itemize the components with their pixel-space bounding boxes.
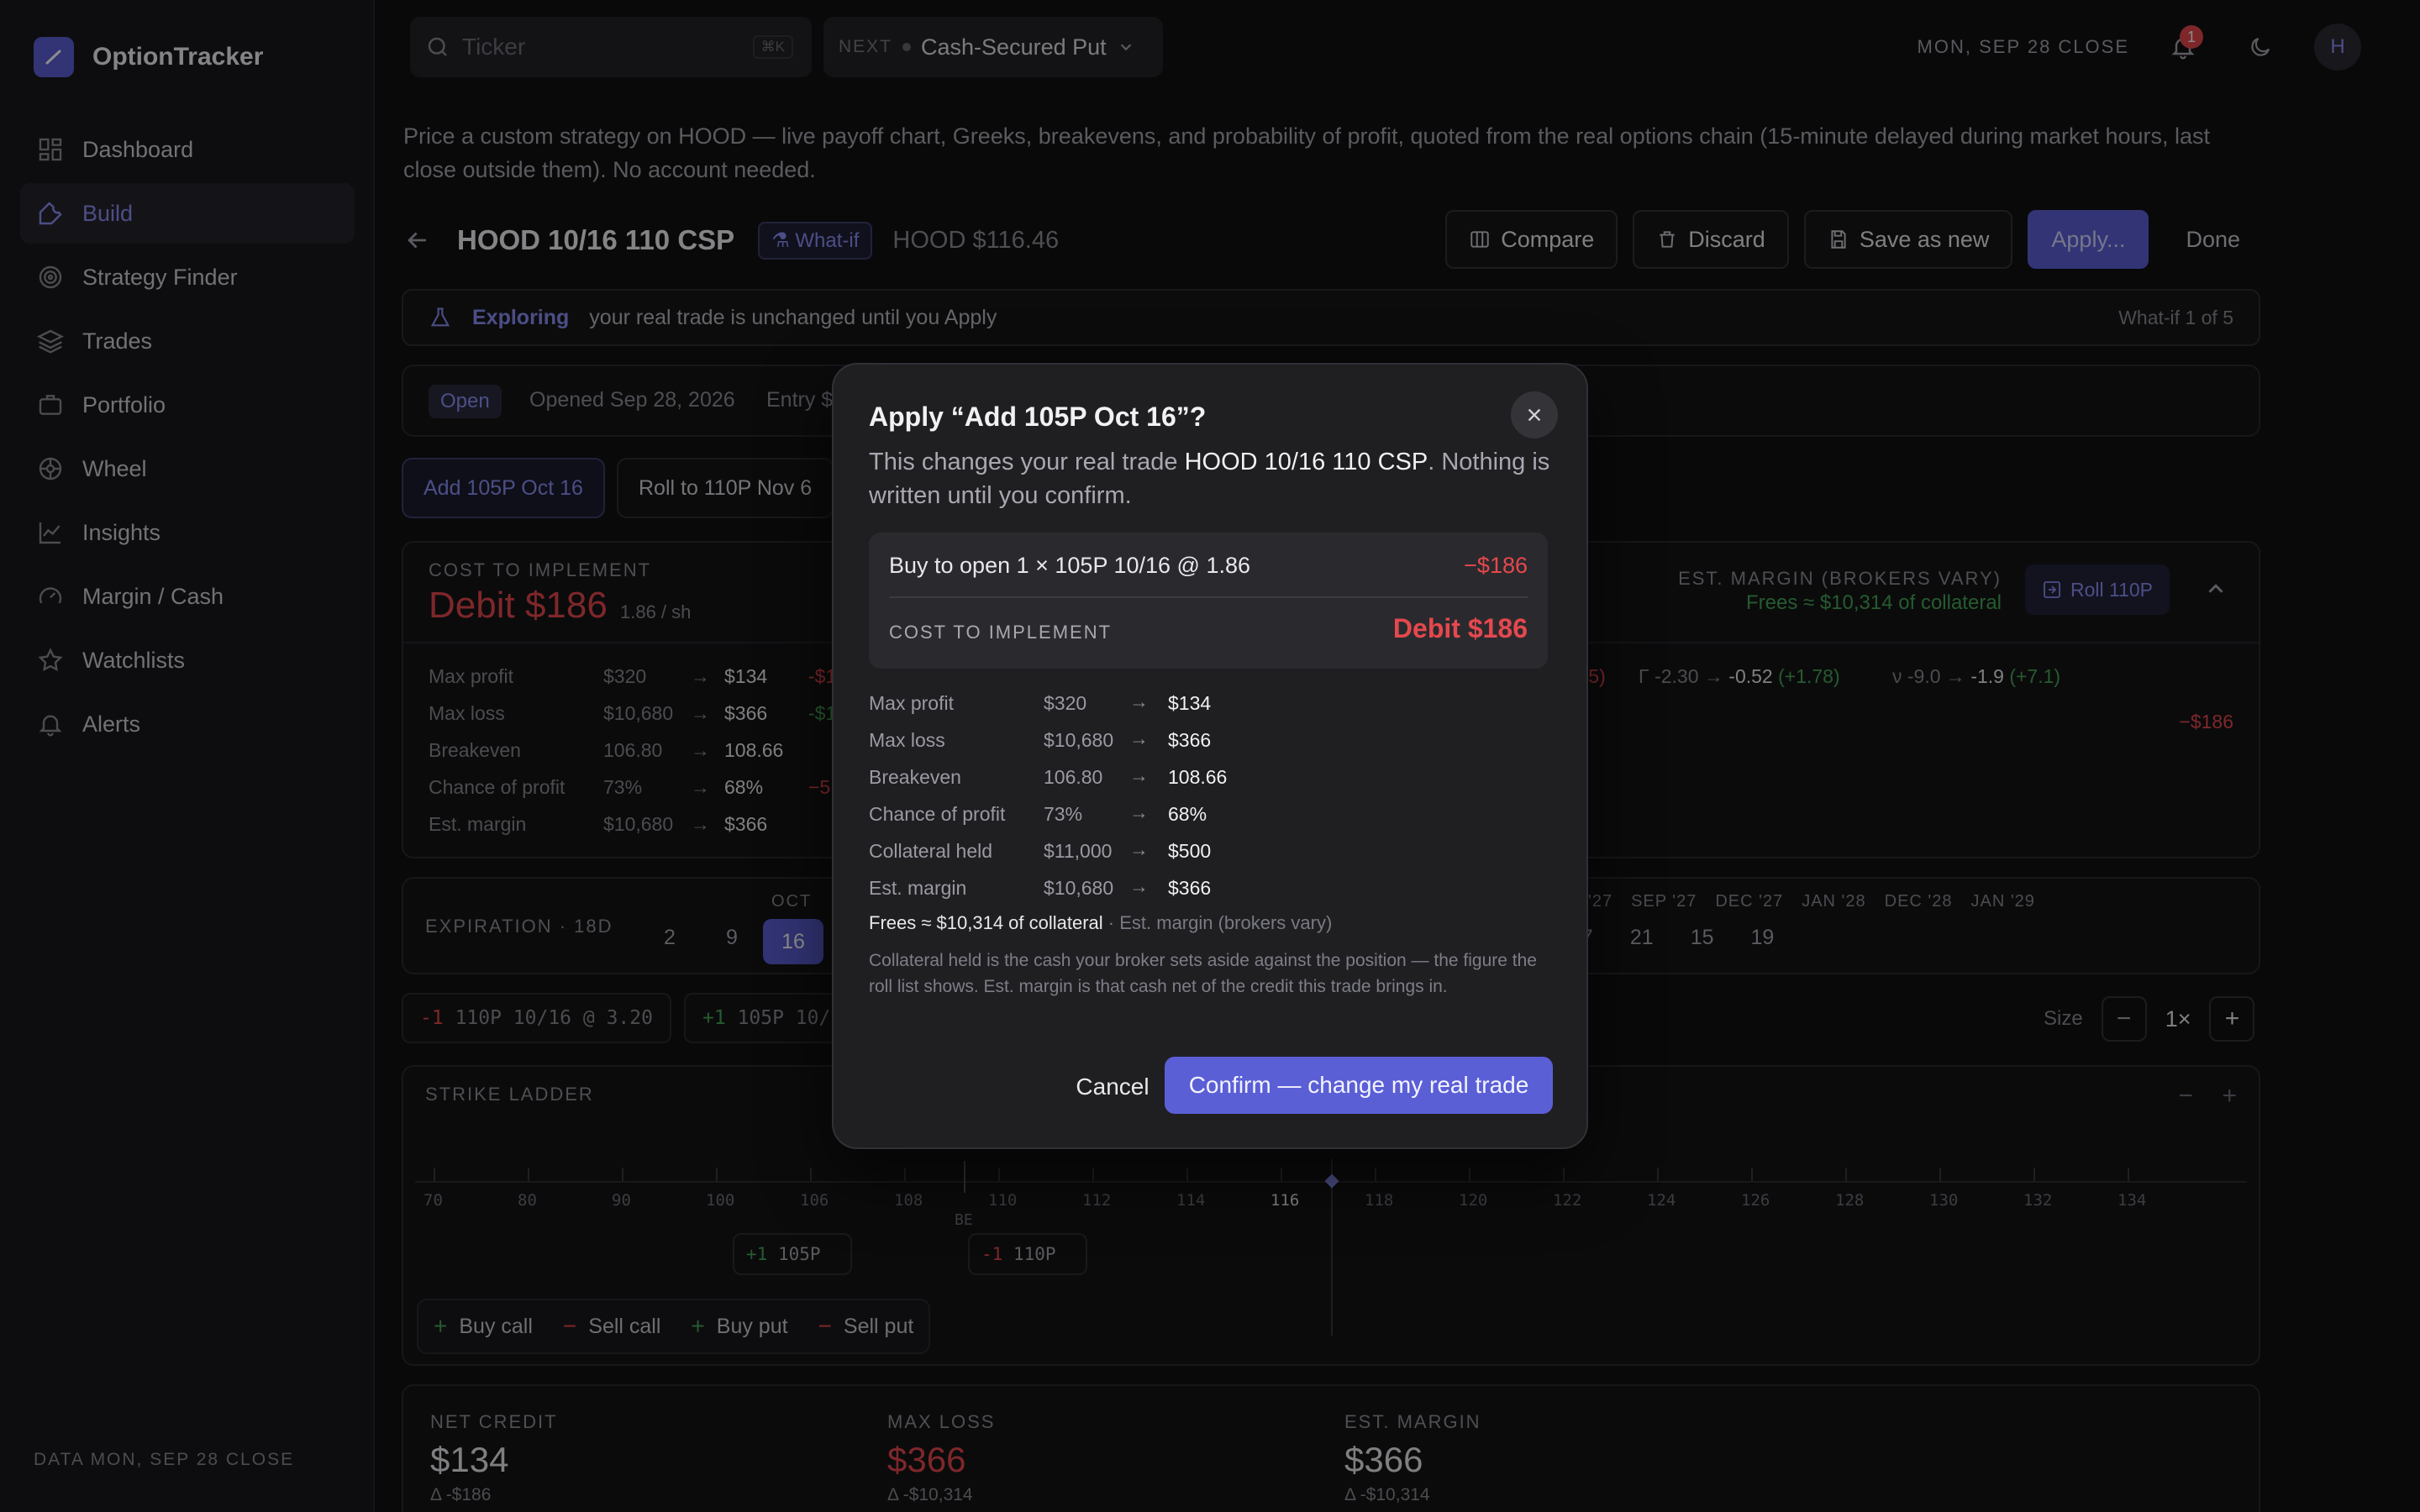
arrow-right-icon: → [1129, 764, 1149, 786]
row-to: 108.66 [1168, 766, 1228, 788]
arrow-right-icon: → [1129, 801, 1149, 823]
row-label: Chance of profit [869, 803, 1006, 825]
apply-confirm-dialog: Apply “Add 105P Oct 16”? This changes yo… [832, 363, 1588, 1149]
frees-text: Frees ≈ $10,314 of collateral [869, 912, 1103, 933]
collateral-explainer: Collateral held is the cash your broker … [869, 951, 1537, 996]
subtitle-text: This changes your real trade [869, 449, 1185, 475]
row-label: Breakeven [869, 766, 961, 788]
dialog-title: Apply “Add 105P Oct 16”? [869, 402, 1207, 432]
row-to: $366 [1168, 729, 1212, 751]
row-label: Max profit [869, 692, 954, 714]
arrow-right-icon: → [1129, 727, 1149, 749]
impact-row: Max profit $320 → $134 [869, 689, 1548, 722]
row-label: Max loss [869, 729, 945, 751]
impact-row: Chance of profit 73% → 68% [869, 800, 1548, 833]
row-to: $366 [1168, 877, 1212, 899]
subtitle-trade: HOOD 10/16 110 CSP [1184, 449, 1428, 475]
dialog-subtitle: This changes your real trade HOOD 10/16 … [869, 445, 1558, 512]
arrow-right-icon: → [1129, 690, 1149, 712]
cost-label: COST TO IMPLEMENT [889, 622, 1113, 643]
arrow-right-icon: → [1129, 875, 1149, 897]
impact-row: Breakeven 106.80 → 108.66 [869, 763, 1548, 796]
row-to: 68% [1168, 803, 1207, 825]
row-to: $500 [1168, 840, 1212, 862]
row-from: $11,000 [1044, 840, 1113, 862]
close-button[interactable] [1511, 391, 1558, 438]
impact-row: Collateral held $11,000 → $500 [869, 837, 1548, 870]
impact-row: Est. margin $10,680 → $366 [869, 874, 1548, 907]
frees-note: · Est. margin (brokers vary) [1102, 912, 1333, 933]
row-from: 73% [1044, 803, 1083, 825]
confirm-button[interactable]: Confirm — change my real trade [1165, 1057, 1553, 1114]
divider [889, 596, 1528, 598]
row-from: $320 [1044, 692, 1087, 714]
row-from: $10,680 [1044, 877, 1114, 899]
order-summary: Buy to open 1 × 105P 10/16 @ 1.86 −$186 … [869, 533, 1548, 669]
row-label: Est. margin [869, 877, 967, 899]
impact-row: Max loss $10,680 → $366 [869, 726, 1548, 759]
order-line: Buy to open 1 × 105P 10/16 @ 1.86 [889, 553, 1250, 578]
row-from: $10,680 [1044, 729, 1114, 751]
row-to: $134 [1168, 692, 1212, 714]
arrow-right-icon: → [1129, 838, 1149, 860]
cost-value: Debit $186 [1392, 613, 1528, 643]
order-amount: −$186 [1464, 553, 1528, 578]
frees-collateral: Frees ≈ $10,314 of collateral · Est. mar… [869, 912, 1332, 934]
row-from: 106.80 [1044, 766, 1103, 788]
row-label: Collateral held [869, 840, 993, 862]
close-icon [1528, 408, 1541, 422]
